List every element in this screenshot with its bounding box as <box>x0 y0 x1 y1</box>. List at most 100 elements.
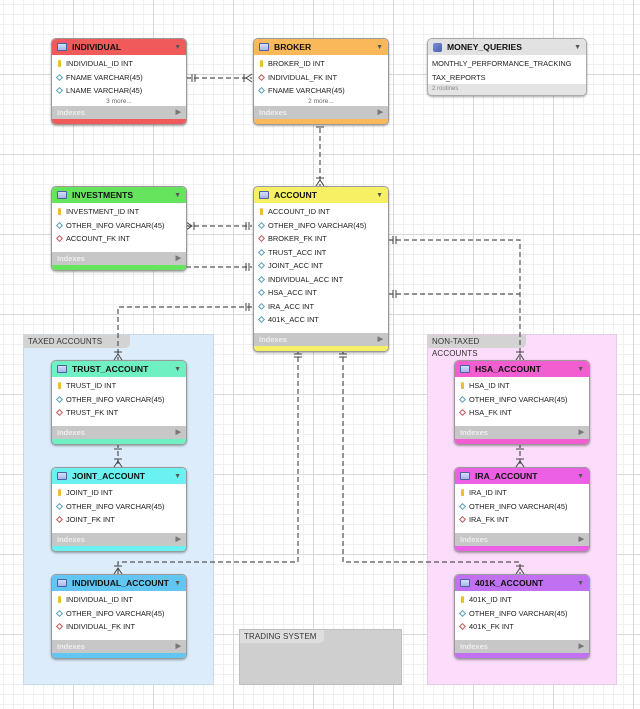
column-row[interactable]: INDIVIDUAL_FK INT <box>52 620 186 634</box>
column-row[interactable]: 401K_FK INT <box>455 620 589 634</box>
column-row[interactable]: ACCOUNT_ID INT <box>254 205 388 219</box>
collapse-arrow-icon[interactable]: ▼ <box>376 44 383 51</box>
table-header[interactable]: IRA_ACCOUNT ▼ <box>455 468 589 484</box>
column-row[interactable]: JOINT_FK INT <box>52 513 186 527</box>
column-row[interactable]: 401K_ACC INT <box>254 313 388 327</box>
indexes-section[interactable]: Indexes ▶ <box>52 105 186 119</box>
collapse-arrow-icon[interactable]: ▼ <box>174 580 181 587</box>
expand-arrow-icon[interactable]: ▶ <box>378 108 383 116</box>
table-header[interactable]: ACCOUNT ▼ <box>254 187 388 203</box>
table-ira-account[interactable]: IRA_ACCOUNT ▼ IRA_ID INT OTHER_INFO VARCH… <box>454 467 590 552</box>
indexes-section[interactable]: Indexes ▶ <box>455 639 589 653</box>
column-row[interactable]: INDIVIDUAL_ACC INT <box>254 273 388 287</box>
indexes-section[interactable]: Indexes ▶ <box>52 251 186 265</box>
table-individual-account[interactable]: INDIVIDUAL_ACCOUNT ▼ INDIVIDUAL_ID INT OT… <box>51 574 187 659</box>
table-header[interactable]: TRUST_ACCOUNT ▼ <box>52 361 186 377</box>
column-row[interactable]: FNAME VARCHAR(45) <box>254 84 388 98</box>
indexes-section[interactable]: Indexes ▶ <box>52 532 186 546</box>
indexes-section[interactable]: Indexes ▶ <box>455 532 589 546</box>
table-broker[interactable]: BROKER ▼ BROKER_ID INT INDIVIDUAL_FK INT F… <box>253 38 389 125</box>
column-icon <box>55 221 64 229</box>
collapse-arrow-icon[interactable]: ▼ <box>174 192 181 199</box>
collapse-arrow-icon[interactable]: ▼ <box>174 473 181 480</box>
indexes-section[interactable]: Indexes ▶ <box>254 105 388 119</box>
collapse-arrow-icon[interactable]: ▼ <box>174 44 181 51</box>
table-header[interactable]: INDIVIDUAL_ACCOUNT ▼ <box>52 575 186 591</box>
column-row[interactable]: INDIVIDUAL_ID INT <box>52 593 186 607</box>
table-joint-account[interactable]: JOINT_ACCOUNT ▼ JOINT_ID INT OTHER_INFO V… <box>51 467 187 552</box>
column-row[interactable]: FNAME VARCHAR(45) <box>52 71 186 85</box>
table-header[interactable]: INDIVIDUAL ▼ <box>52 39 186 55</box>
expand-arrow-icon[interactable]: ▶ <box>176 254 181 262</box>
table-401k-account[interactable]: 401K_ACCOUNT ▼ 401K_ID INT OTHER_INFO VAR… <box>454 574 590 659</box>
expand-arrow-icon[interactable]: ▶ <box>176 535 181 543</box>
column-row[interactable]: HSA_FK INT <box>455 406 589 420</box>
indexes-section[interactable]: Indexes ▶ <box>254 332 388 346</box>
more-columns-label[interactable]: 2 more... <box>254 98 388 106</box>
expand-arrow-icon[interactable]: ▶ <box>579 535 584 543</box>
column-row[interactable]: INDIVIDUAL_FK INT <box>254 71 388 85</box>
collapse-arrow-icon[interactable]: ▼ <box>577 580 584 587</box>
column-row[interactable]: TRUST_ACC INT <box>254 246 388 260</box>
collapse-arrow-icon[interactable]: ▼ <box>577 473 584 480</box>
routine-group-money-queries[interactable]: MONEY_QUERIES ▼ MONTHLY_PERFORMANCE_TRAC… <box>427 38 587 96</box>
column-row[interactable]: OTHER_INFO VARCHAR(45) <box>455 607 589 621</box>
column-row[interactable]: OTHER_INFO VARCHAR(45) <box>52 219 186 233</box>
table-header[interactable]: JOINT_ACCOUNT ▼ <box>52 468 186 484</box>
column-row[interactable]: OTHER_INFO VARCHAR(45) <box>52 393 186 407</box>
table-individual[interactable]: INDIVIDUAL ▼ INDIVIDUAL_ID INT FNAME VARC… <box>51 38 187 125</box>
column-row[interactable]: 401K_ID INT <box>455 593 589 607</box>
column-row[interactable]: LNAME VARCHAR(45) <box>52 84 186 98</box>
table-header[interactable]: 401K_ACCOUNT ▼ <box>455 575 589 591</box>
table-hsa-account[interactable]: HSA_ACCOUNT ▼ HSA_ID INT OTHER_INFO VARCH… <box>454 360 590 445</box>
table-footer <box>455 545 589 551</box>
routine-item[interactable]: TAX_REPORTS <box>428 71 586 85</box>
more-columns-label[interactable]: 3 more... <box>52 98 186 106</box>
column-row[interactable]: BROKER_FK INT <box>254 232 388 246</box>
column-row[interactable]: ACCOUNT_FK INT <box>52 232 186 246</box>
table-header[interactable]: HSA_ACCOUNT ▼ <box>455 361 589 377</box>
column-row[interactable]: INDIVIDUAL_ID INT <box>52 57 186 71</box>
column-row[interactable]: BROKER_ID INT <box>254 57 388 71</box>
routine-group-header[interactable]: MONEY_QUERIES ▼ <box>428 39 586 55</box>
table-investments[interactable]: INVESTMENTS ▼ INVESTMENT_ID INT OTHER_INF… <box>51 186 187 271</box>
indexes-section[interactable]: Indexes ▶ <box>455 425 589 439</box>
table-header[interactable]: BROKER ▼ <box>254 39 388 55</box>
collapse-arrow-icon[interactable]: ▼ <box>577 366 584 373</box>
column-row[interactable]: IRA_ID INT <box>455 486 589 500</box>
column-icon <box>55 502 64 510</box>
foreign-key-icon <box>55 409 64 417</box>
expand-arrow-icon[interactable]: ▶ <box>176 642 181 650</box>
column-row[interactable]: HSA_ACC INT <box>254 286 388 300</box>
expand-arrow-icon[interactable]: ▶ <box>378 335 383 343</box>
table-trust-account[interactable]: TRUST_ACCOUNT ▼ TRUST_ID INT OTHER_INFO V… <box>51 360 187 445</box>
collapse-arrow-icon[interactable]: ▼ <box>174 366 181 373</box>
primary-key-icon <box>461 596 464 604</box>
expand-arrow-icon[interactable]: ▶ <box>579 428 584 436</box>
expand-arrow-icon[interactable]: ▶ <box>176 108 181 116</box>
column-row[interactable]: TRUST_ID INT <box>52 379 186 393</box>
collapse-arrow-icon[interactable]: ▼ <box>376 192 383 199</box>
column-row[interactable]: IRA_ACC INT <box>254 300 388 314</box>
column-row[interactable]: JOINT_ID INT <box>52 486 186 500</box>
column-row[interactable]: INVESTMENT_ID INT <box>52 205 186 219</box>
column-list: TRUST_ID INT OTHER_INFO VARCHAR(45) TRUST_… <box>52 377 186 426</box>
column-row[interactable]: OTHER_INFO VARCHAR(45) <box>455 500 589 514</box>
column-row[interactable]: HSA_ID INT <box>455 379 589 393</box>
expand-arrow-icon[interactable]: ▶ <box>579 642 584 650</box>
expand-arrow-icon[interactable]: ▶ <box>176 428 181 436</box>
column-row[interactable]: JOINT_ACC INT <box>254 259 388 273</box>
column-row[interactable]: OTHER_INFO VARCHAR(45) <box>52 500 186 514</box>
routine-item[interactable]: MONTHLY_PERFORMANCE_TRACKING <box>428 57 586 71</box>
indexes-section[interactable]: Indexes ▶ <box>52 639 186 653</box>
column-row[interactable]: TRUST_FK INT <box>52 406 186 420</box>
column-row[interactable]: IRA_FK INT <box>455 513 589 527</box>
table-account[interactable]: ACCOUNT ▼ ACCOUNT_ID INT OTHER_INFO VARCH… <box>253 186 389 352</box>
column-row[interactable]: OTHER_INFO VARCHAR(45) <box>254 219 388 233</box>
column-row[interactable]: OTHER_INFO VARCHAR(45) <box>52 607 186 621</box>
indexes-section[interactable]: Indexes ▶ <box>52 425 186 439</box>
collapse-arrow-icon[interactable]: ▼ <box>574 44 581 51</box>
table-header[interactable]: INVESTMENTS ▼ <box>52 187 186 203</box>
layer-trading-system[interactable]: TRADING SYSTEM <box>239 629 402 685</box>
column-row[interactable]: OTHER_INFO VARCHAR(45) <box>455 393 589 407</box>
